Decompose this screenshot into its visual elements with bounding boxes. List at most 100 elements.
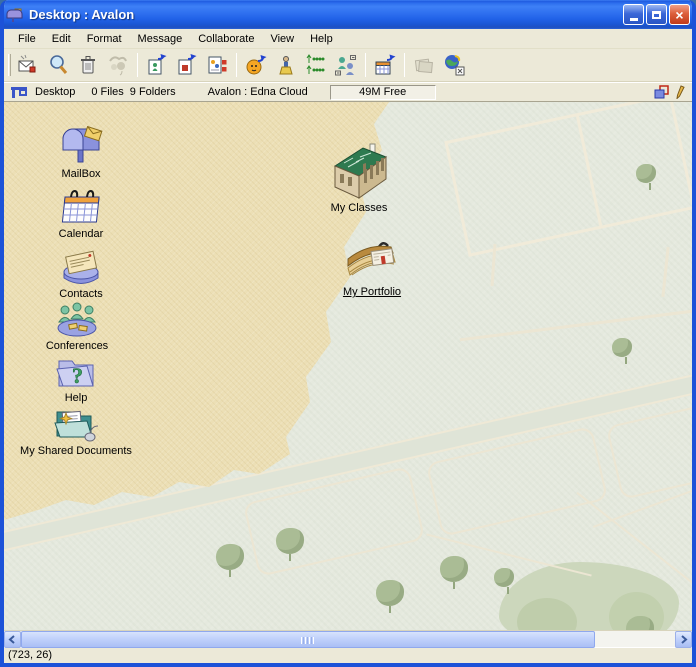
toolbar-separator bbox=[404, 53, 405, 77]
desktop-item-mailbox[interactable]: MailBox bbox=[26, 126, 136, 180]
new-message-icon bbox=[16, 53, 40, 77]
map-path-line bbox=[661, 247, 669, 297]
scroll-right-button[interactable] bbox=[675, 631, 692, 648]
permissions-icon bbox=[304, 53, 328, 77]
close-button[interactable]: × bbox=[669, 4, 690, 25]
connection-label: Avalon : Edna Cloud bbox=[208, 86, 308, 98]
desktop-item-label: My Portfolio bbox=[341, 286, 403, 298]
map-tree bbox=[494, 568, 514, 587]
folder-count: 9 Folders bbox=[130, 86, 176, 98]
help-icon: ? bbox=[21, 356, 131, 390]
desktop-item-shared-documents[interactable]: My Shared Documents bbox=[11, 405, 141, 457]
minimize-button[interactable] bbox=[623, 4, 644, 25]
contacts-icon bbox=[26, 246, 136, 286]
desktop-map-area[interactable]: MailBox Calendar bbox=[4, 102, 692, 630]
document-form-button[interactable] bbox=[203, 51, 231, 79]
upload-document-icon bbox=[175, 53, 199, 77]
instant-message-button bbox=[104, 51, 132, 79]
app-window: Desktop : Avalon × File Edit Format Mess… bbox=[0, 0, 696, 667]
desktop-item-label: My Classes bbox=[329, 202, 390, 214]
scrollbar-track[interactable] bbox=[595, 631, 675, 647]
desktop-item-label: Conferences bbox=[44, 340, 110, 352]
map-tree bbox=[216, 544, 244, 570]
window-title: Desktop : Avalon bbox=[29, 7, 623, 22]
svg-text:?: ? bbox=[72, 363, 83, 388]
status-bar: (723, 26) bbox=[4, 647, 692, 663]
schoolhouse-icon bbox=[304, 142, 414, 200]
menu-message[interactable]: Message bbox=[130, 31, 191, 47]
toolbar-grip-handle[interactable] bbox=[8, 54, 11, 76]
presentation-button[interactable] bbox=[272, 51, 300, 79]
desktop-item-my-classes[interactable]: My Classes bbox=[304, 142, 414, 214]
toolbar bbox=[4, 49, 692, 82]
delete-icon bbox=[76, 53, 100, 77]
map-tree bbox=[440, 556, 468, 582]
desktop-item-calendar[interactable]: Calendar bbox=[26, 188, 136, 240]
group-accounts-button[interactable] bbox=[332, 51, 360, 79]
free-space-indicator: 49M Free bbox=[330, 85, 436, 100]
scroll-left-button[interactable] bbox=[4, 631, 21, 648]
calendar-icon bbox=[26, 188, 136, 226]
stationery-button bbox=[410, 51, 438, 79]
desktop-item-label: My Shared Documents bbox=[18, 445, 134, 457]
open-calendar-button[interactable] bbox=[371, 51, 399, 79]
view-label: Desktop bbox=[35, 86, 75, 98]
title-bar[interactable]: Desktop : Avalon × bbox=[0, 0, 696, 29]
menu-collaborate[interactable]: Collaborate bbox=[190, 31, 262, 47]
delete-button[interactable] bbox=[74, 51, 102, 79]
toolbar-separator bbox=[365, 53, 366, 77]
app-mailbox-icon bbox=[6, 7, 24, 23]
document-form-icon bbox=[205, 53, 229, 77]
search-icon bbox=[46, 53, 70, 77]
web-publish-icon bbox=[442, 53, 466, 77]
permissions-button[interactable] bbox=[302, 51, 330, 79]
web-publish-button[interactable] bbox=[440, 51, 468, 79]
info-bar: Desktop 0 Files 9 Folders Avalon : Edna … bbox=[4, 82, 692, 102]
menu-view[interactable]: View bbox=[262, 31, 302, 47]
stationery-icon bbox=[412, 53, 436, 77]
upload-document-button[interactable] bbox=[173, 51, 201, 79]
presentation-icon bbox=[274, 53, 298, 77]
menu-bar: File Edit Format Message Collaborate Vie… bbox=[4, 29, 692, 49]
map-building-outline bbox=[444, 102, 692, 257]
portfolio-icon bbox=[317, 238, 427, 284]
map-tree bbox=[612, 338, 632, 357]
whos-online-icon bbox=[244, 53, 268, 77]
toolbar-separator bbox=[236, 53, 237, 77]
scrollbar-thumb[interactable] bbox=[21, 631, 595, 648]
menu-edit[interactable]: Edit bbox=[44, 31, 79, 47]
search-button[interactable] bbox=[44, 51, 72, 79]
layers-icon[interactable] bbox=[654, 85, 670, 99]
edit-pencil-icon[interactable] bbox=[676, 85, 686, 99]
maximize-button[interactable] bbox=[646, 4, 667, 25]
map-tree bbox=[376, 580, 404, 606]
cursor-coordinates: (723, 26) bbox=[8, 649, 52, 661]
map-tree bbox=[626, 616, 654, 630]
horizontal-scrollbar[interactable] bbox=[4, 630, 692, 647]
conferences-icon bbox=[22, 302, 132, 338]
open-calendar-icon bbox=[373, 53, 397, 77]
desktop-view-icon bbox=[10, 85, 28, 99]
desktop-item-label: Help bbox=[63, 392, 90, 404]
desktop-item-help[interactable]: ? Help bbox=[21, 356, 131, 404]
desktop-item-label: Contacts bbox=[57, 288, 104, 300]
toolbar-separator bbox=[137, 53, 138, 77]
desktop-item-label: Calendar bbox=[57, 228, 106, 240]
group-accounts-icon bbox=[334, 53, 358, 77]
menu-format[interactable]: Format bbox=[79, 31, 130, 47]
desktop-item-conferences[interactable]: Conferences bbox=[22, 302, 132, 352]
upload-file-icon bbox=[145, 53, 169, 77]
map-path-line bbox=[460, 310, 692, 342]
shared-documents-icon bbox=[11, 405, 141, 443]
map-greenspace bbox=[499, 562, 679, 630]
desktop-item-contacts[interactable]: Contacts bbox=[26, 246, 136, 300]
new-message-button[interactable] bbox=[14, 51, 42, 79]
menu-help[interactable]: Help bbox=[302, 31, 341, 47]
upload-file-button[interactable] bbox=[143, 51, 171, 79]
whos-online-button[interactable] bbox=[242, 51, 270, 79]
desktop-item-label: MailBox bbox=[59, 168, 102, 180]
file-count: 0 Files bbox=[91, 86, 123, 98]
menu-file[interactable]: File bbox=[10, 31, 44, 47]
mailbox-icon bbox=[26, 126, 136, 166]
desktop-item-my-portfolio[interactable]: My Portfolio bbox=[317, 238, 427, 298]
